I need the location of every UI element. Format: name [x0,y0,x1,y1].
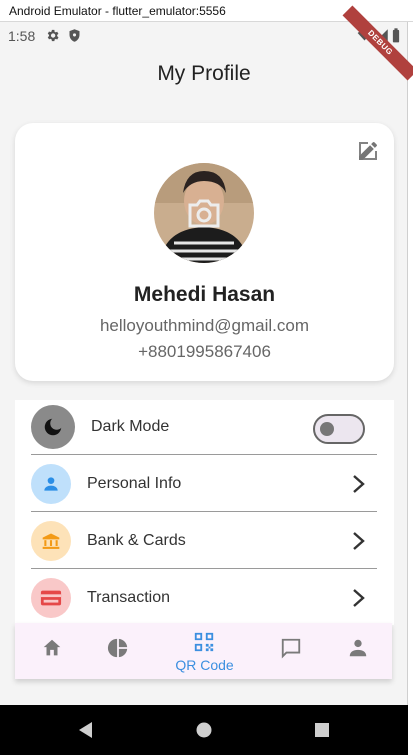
menu-item-label: Transaction [87,589,170,606]
divider [31,511,377,512]
home-icon [43,639,61,656]
chat-icon [281,638,301,659]
transaction-icon-circle [31,578,71,618]
device-screen: 1:58 DEBUG My Profile Mehedi Hasan hello… [0,5,413,755]
nav-stats[interactable] [81,623,156,679]
toggle-knob [320,422,334,436]
dark-mode-label: Dark Mode [91,418,170,435]
person-icon [44,477,58,491]
nav-qr-code-label: QR Code [175,657,234,673]
personal-info-icon-circle [31,464,71,504]
menu-item-label: Personal Info [87,475,182,492]
profile-email: helloyouthmind@gmail.com [99,316,310,335]
credit-card-icon [40,590,62,606]
status-time: 1:58 [8,28,36,44]
person-icon [349,639,367,657]
chevron-right-icon [353,475,365,493]
bank-icon [42,533,60,549]
menu-item-personal-info[interactable]: Personal Info [31,457,377,512]
home-circle-icon[interactable] [194,720,214,740]
nav-home[interactable] [15,623,90,679]
recents-icon[interactable] [312,720,332,740]
camera-icon[interactable] [186,196,222,230]
profile-phone: +8801995867406 [138,342,271,361]
back-icon[interactable] [76,720,96,740]
pie-chart-icon [107,638,128,658]
status-bar: 1:58 DEBUG [0,5,413,81]
divider [31,454,377,455]
dark-mode-icon-circle [31,405,75,449]
divider [31,568,377,569]
page-title: My Profile [157,62,251,85]
qr-code-icon [194,632,214,652]
chevron-right-icon [353,589,365,607]
profile-name: Mehedi Hasan [133,283,276,306]
menu-item-bank-cards[interactable]: Bank & Cards [31,514,377,569]
settings-list: Dark Mode Personal Info Bank & Cards Tra… [15,400,394,625]
profile-card: Mehedi Hasan helloyouthmind@gmail.com +8… [15,123,394,381]
chevron-right-icon [353,532,365,550]
menu-item-label: Bank & Cards [87,532,186,549]
nav-chat[interactable] [254,623,329,679]
shield-icon [69,29,80,42]
edit-icon[interactable] [356,139,380,163]
system-navigation-bar [0,705,408,755]
bottom-navigation: QR Code [15,623,392,679]
gear-icon [47,29,59,42]
nav-qr-code[interactable]: QR Code [167,623,242,679]
battery-icon [392,28,400,43]
dark-mode-toggle[interactable] [313,414,365,444]
nav-profile[interactable] [321,623,396,679]
dark-mode-row: Dark Mode [31,400,377,455]
bank-icon-circle [31,521,71,561]
moon-icon [44,416,64,436]
menu-item-transaction[interactable]: Transaction [31,571,377,626]
